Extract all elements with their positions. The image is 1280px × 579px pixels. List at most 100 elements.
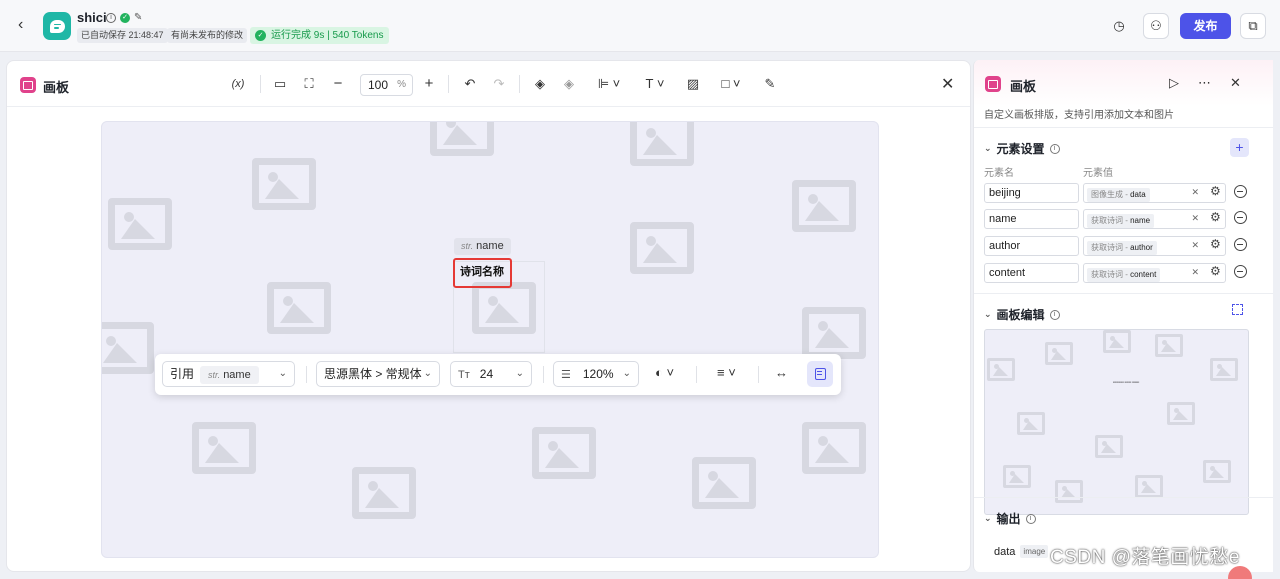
line-height-value: 120% <box>582 367 614 381</box>
clear-icon[interactable]: ✕ <box>1191 213 1199 224</box>
app-logo-icon <box>43 12 71 40</box>
gear-icon[interactable]: ⚙ <box>1210 264 1221 278</box>
close-icon[interactable]: ✕ <box>941 74 954 94</box>
toolbar-divider <box>306 366 307 383</box>
gear-icon[interactable]: ⚙ <box>1210 184 1221 198</box>
collapse-caret-icon: ⌄ <box>984 143 992 153</box>
image-tool-icon[interactable]: ▨ <box>684 75 702 93</box>
column-name-label: 元素名 <box>984 168 1014 179</box>
chevron-down-icon: ⌄ <box>622 368 631 379</box>
output-header[interactable]: ⌄ 输出 i <box>984 510 1036 527</box>
clear-icon[interactable]: ✕ <box>1191 187 1199 198</box>
zoom-in-icon[interactable]: + <box>420 75 438 93</box>
fullscreen-icon[interactable] <box>1232 304 1243 315</box>
text-align-icon[interactable]: ≡ ˅ <box>717 365 736 380</box>
image-placeholder-icon <box>802 422 866 474</box>
variable-button[interactable]: (x) <box>229 75 247 93</box>
canvas-stage[interactable]: str. name 诗词名称 <box>101 121 879 558</box>
auto-width-icon[interactable]: ↔ <box>775 365 788 380</box>
copy-icon: ⧉ <box>1248 18 1258 33</box>
add-element-button[interactable]: + <box>1230 138 1249 157</box>
info-icon[interactable]: i <box>1049 309 1060 320</box>
value-var: name <box>1130 216 1151 225</box>
reference-tag: str. name <box>200 366 259 384</box>
tag-name: name <box>223 369 251 381</box>
element-value-input[interactable]: 获取诗词 - name ✕ <box>1083 209 1226 229</box>
image-placeholder-icon <box>252 158 316 210</box>
panel-description: 自定义画板排版，支持引用添加文本和图片 <box>984 110 1174 121</box>
canvas-edit-header[interactable]: ⌄ 画板编辑 i <box>984 306 1060 323</box>
text-box-mode-button[interactable] <box>807 361 833 387</box>
layer-down-icon[interactable]: ◈ <box>560 75 578 93</box>
undo-icon[interactable]: ↶ <box>461 75 479 93</box>
align-icon[interactable]: ⊫ ˅ <box>593 75 625 93</box>
element-value-input[interactable]: 获取诗词 - author ✕ <box>1083 236 1226 256</box>
info-icon[interactable]: i <box>106 12 116 23</box>
canvas-edit-title: 画板编辑 <box>996 308 1045 322</box>
element-name-input[interactable]: beijing <box>984 183 1079 203</box>
preview-text-block: ▪▪▪▪▪▪▪▪▪▪ ▪▪▪▪▪▪ ▪▪▪▪▪▪▪ <box>1113 380 1140 384</box>
remove-element-icon[interactable] <box>1234 185 1247 198</box>
title-icons: i ✓ ✎ <box>106 12 142 23</box>
info-icon[interactable]: i <box>1025 513 1036 524</box>
column-value-label: 元素值 <box>1083 168 1113 179</box>
line-height-select[interactable]: ☰ 120% ⌄ <box>553 361 639 387</box>
focus-icon[interactable]: ⛶ <box>300 75 318 93</box>
close-icon[interactable]: ✕ <box>1230 75 1241 91</box>
value-reference-tag: 获取诗词 - name <box>1087 214 1155 228</box>
font-size-select[interactable]: Tт 24 ⌄ <box>450 361 532 387</box>
font-select[interactable]: 思源黑体 > 常规体 ⌄ <box>316 361 440 387</box>
canvas-panel-title: 画板 <box>43 80 70 95</box>
layer-up-icon[interactable]: ◈ <box>531 75 549 93</box>
element-name-input[interactable]: author <box>984 236 1079 256</box>
color-palette-icon[interactable]: ◐ ˅ <box>655 365 674 380</box>
gear-icon[interactable]: ⚙ <box>1210 237 1221 251</box>
history-icon[interactable]: ◷ <box>1106 13 1132 39</box>
element-settings-header[interactable]: ⌄ 元素设置 i <box>984 140 1060 157</box>
app-name: shici <box>77 10 107 25</box>
run-node-icon[interactable]: ▷ <box>1169 75 1179 91</box>
image-placeholder-icon <box>192 422 256 474</box>
info-icon[interactable]: i <box>1049 143 1060 154</box>
remove-element-icon[interactable] <box>1234 211 1247 224</box>
font-size-icon: Tт <box>458 369 470 381</box>
selected-text-element[interactable]: 诗词名称 <box>453 258 512 288</box>
edit-icon[interactable]: ✎ <box>134 12 142 23</box>
panel-title: 画板 <box>1010 79 1037 94</box>
more-options-icon[interactable]: ⋯ <box>1198 75 1211 91</box>
output-variable: data image <box>994 545 1049 558</box>
reference-select[interactable]: 引用 str. name ⌄ <box>162 361 295 387</box>
text-tool-icon[interactable]: T ˅ <box>639 75 671 93</box>
shape-tool-icon[interactable]: □ ˅ <box>715 75 747 93</box>
back-arrow-icon[interactable]: ‹ <box>18 16 34 36</box>
clear-icon[interactable]: ✕ <box>1191 240 1199 251</box>
element-value-input[interactable]: 获取诗词 - content ✕ <box>1083 263 1226 283</box>
element-name-input[interactable]: content <box>984 263 1079 283</box>
element-name-input[interactable]: name <box>984 209 1079 229</box>
zoom-input[interactable]: 100 % <box>360 74 413 96</box>
chevron-down-icon: ⌄ <box>278 368 287 379</box>
toolbar-divider <box>448 75 449 93</box>
clear-icon[interactable]: ✕ <box>1191 267 1199 278</box>
value-reference-tag: 获取诗词 - author <box>1087 241 1157 255</box>
gear-icon[interactable]: ⚙ <box>1210 210 1221 224</box>
divider <box>974 127 1273 128</box>
remove-element-icon[interactable] <box>1234 265 1247 278</box>
publish-button[interactable]: 发布 <box>1180 13 1231 39</box>
copy-button[interactable]: ⧉ <box>1240 13 1266 39</box>
redo-icon[interactable]: ↷ <box>490 75 508 93</box>
pencil-icon[interactable]: ✎ <box>761 75 779 93</box>
fit-canvas-icon[interactable]: ▭ <box>271 75 289 93</box>
collaborators-button[interactable]: ⚇ <box>1143 13 1169 39</box>
element-value-input[interactable]: 图像生成 - data ✕ <box>1083 183 1226 203</box>
canvas-preview-thumbnail[interactable]: ▪▪▪▪▪▪▪▪▪▪ ▪▪▪▪▪▪ ▪▪▪▪▪▪▪ <box>984 329 1249 515</box>
remove-element-icon[interactable] <box>1234 238 1247 251</box>
element-row: name 获取诗词 - name ✕ ⚙ <box>984 209 1254 229</box>
run-status-badge[interactable]: ✓ 运行完成 9s | 540 Tokens <box>250 27 390 44</box>
output-type-badge: image <box>1020 545 1049 558</box>
zoom-out-icon[interactable]: − <box>329 75 347 93</box>
image-placeholder-icon <box>1210 358 1238 381</box>
image-placeholder-icon <box>1045 342 1073 365</box>
font-value: 思源黑体 > 常规体 <box>324 367 422 381</box>
element-row: beijing 图像生成 - data ✕ ⚙ <box>984 183 1254 203</box>
